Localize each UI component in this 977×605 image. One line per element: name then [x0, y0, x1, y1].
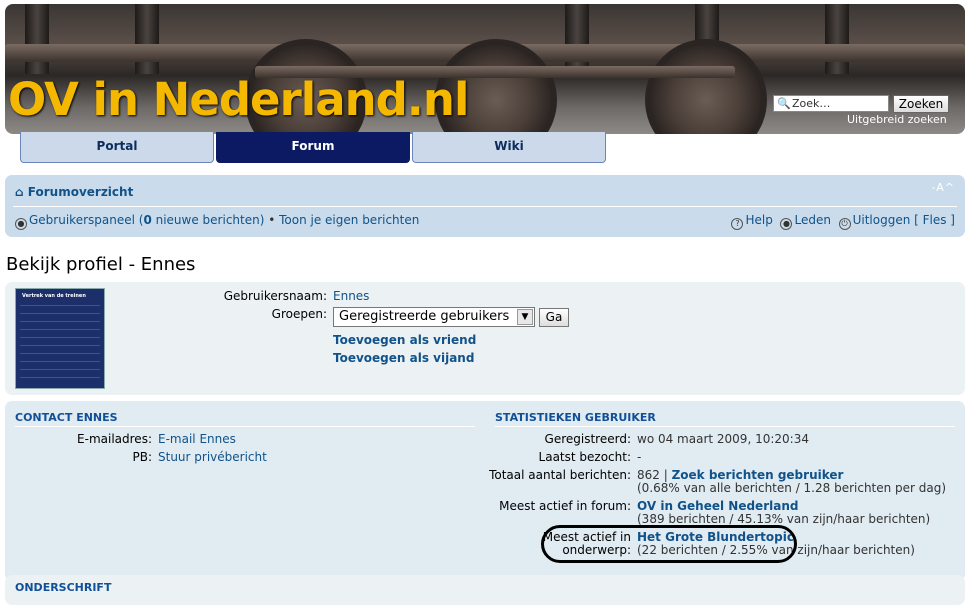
help-link[interactable]: Help — [745, 213, 772, 227]
signature-panel — [5, 575, 965, 605]
last-visit-value: - — [637, 450, 642, 464]
user-panel-icon: ● — [15, 218, 27, 230]
total-posts-count: 862 | — [637, 468, 672, 482]
header-photo-detail — [25, 4, 49, 74]
total-posts-label: Totaal aantal berichten: — [489, 468, 631, 482]
home-icon: ⌂ — [15, 185, 24, 199]
total-posts-value: 862 | Zoek berichten gebruiker — [637, 468, 843, 482]
user-links: ● Gebruikerspaneel (0 nieuwe berichten) •… — [15, 213, 419, 230]
members-link[interactable]: Leden — [794, 213, 830, 227]
tab-forum[interactable]: Forum — [216, 132, 410, 163]
forum-index-label: Forumoverzicht — [27, 185, 134, 199]
new-messages-count: 0 — [143, 213, 152, 227]
groups-selected-value: Geregistreerde gebruikers — [339, 309, 510, 324]
site-title-logo[interactable]: OV in Nederland.nl — [8, 74, 469, 126]
email-label: E-mailadres: — [77, 432, 152, 446]
tab-portal[interactable]: Portal — [20, 132, 214, 163]
last-visit-label: Laatst bezocht: — [538, 450, 631, 464]
header-photo-detail — [135, 4, 159, 74]
avatar: Vertrek van de treinen — [15, 288, 105, 389]
search-input[interactable]: 🔍 Zoek… — [773, 95, 889, 112]
members-icon: ● — [780, 218, 793, 230]
email-link[interactable]: E-mail Ennes — [158, 432, 236, 446]
total-posts-sub: (0.68% van alle berichten / 1.28 bericht… — [637, 481, 947, 495]
pm-label: PB: — [132, 450, 152, 464]
logout-icon: ⏻ — [838, 218, 851, 230]
pm-link[interactable]: Stuur privébericht — [158, 450, 267, 464]
navbar: ⌂ Forumoverzicht -A^ ● Gebruikerspaneel (… — [5, 175, 965, 237]
help-icon: ? — [731, 218, 744, 230]
add-friend-link[interactable]: Toevoegen als vriend — [333, 333, 476, 347]
own-posts-link[interactable]: Toon je eigen berichten — [279, 213, 419, 227]
active-forum-label: Meest actief in forum: — [499, 499, 631, 513]
registered-value: wo 04 maart 2009, 10:20:34 — [637, 432, 809, 446]
header-photo-detail — [565, 4, 589, 74]
navbar-divider — [13, 206, 957, 207]
user-panel-link[interactable]: Gebruikerspaneel (0 nieuwe berichten) — [29, 213, 264, 227]
registered-label: Geregistreerd: — [544, 432, 631, 446]
navbar-right-links: ? Help ● Leden ⏻ Uitloggen [ Fles ] — [731, 213, 955, 230]
contact-heading: CONTACT ENNES — [15, 411, 118, 424]
header-photo-detail — [825, 4, 849, 74]
logout-link[interactable]: Uitloggen [ Fles ] — [853, 213, 955, 227]
profile-panel: Vertrek van de treinen — [5, 282, 965, 395]
search-button[interactable]: Zoeken — [893, 95, 949, 113]
page-title: Bekijk profiel - Ennes — [6, 254, 196, 275]
groups-select[interactable]: Geregistreerde gebruikers ▼ — [333, 307, 535, 327]
active-forum-link[interactable]: OV in Geheel Nederland — [637, 499, 798, 513]
search-user-posts-link[interactable]: Zoek berichten gebruiker — [672, 468, 844, 482]
contact-divider — [15, 426, 475, 427]
go-button[interactable]: Ga — [539, 308, 569, 327]
tab-wiki[interactable]: Wiki — [412, 132, 606, 163]
stats-divider — [495, 426, 955, 427]
highlight-annotation — [541, 525, 797, 563]
username-label: Gebruikersnaam: — [223, 289, 327, 303]
stats-heading: STATISTIEKEN GEBRUIKER — [495, 411, 656, 424]
font-resize-control[interactable]: -A^ — [932, 181, 955, 194]
separator: • — [264, 213, 280, 227]
chevron-down-icon: ▼ — [517, 309, 533, 325]
avatar-caption: Vertrek van de treinen — [22, 293, 86, 299]
active-forum-sub: (389 berichten / 45.13% van zijn/haar be… — [637, 512, 931, 526]
groups-label: Groepen: — [271, 307, 327, 321]
search-placeholder: Zoek… — [792, 97, 831, 110]
forum-index-link[interactable]: ⌂ Forumoverzicht — [15, 185, 133, 199]
advanced-search-link[interactable]: Uitgebreid zoeken — [847, 113, 947, 126]
username-value: Ennes — [333, 289, 370, 303]
add-foe-link[interactable]: Toevoegen als vijand — [333, 351, 474, 365]
search-icon: 🔍 — [777, 97, 791, 110]
